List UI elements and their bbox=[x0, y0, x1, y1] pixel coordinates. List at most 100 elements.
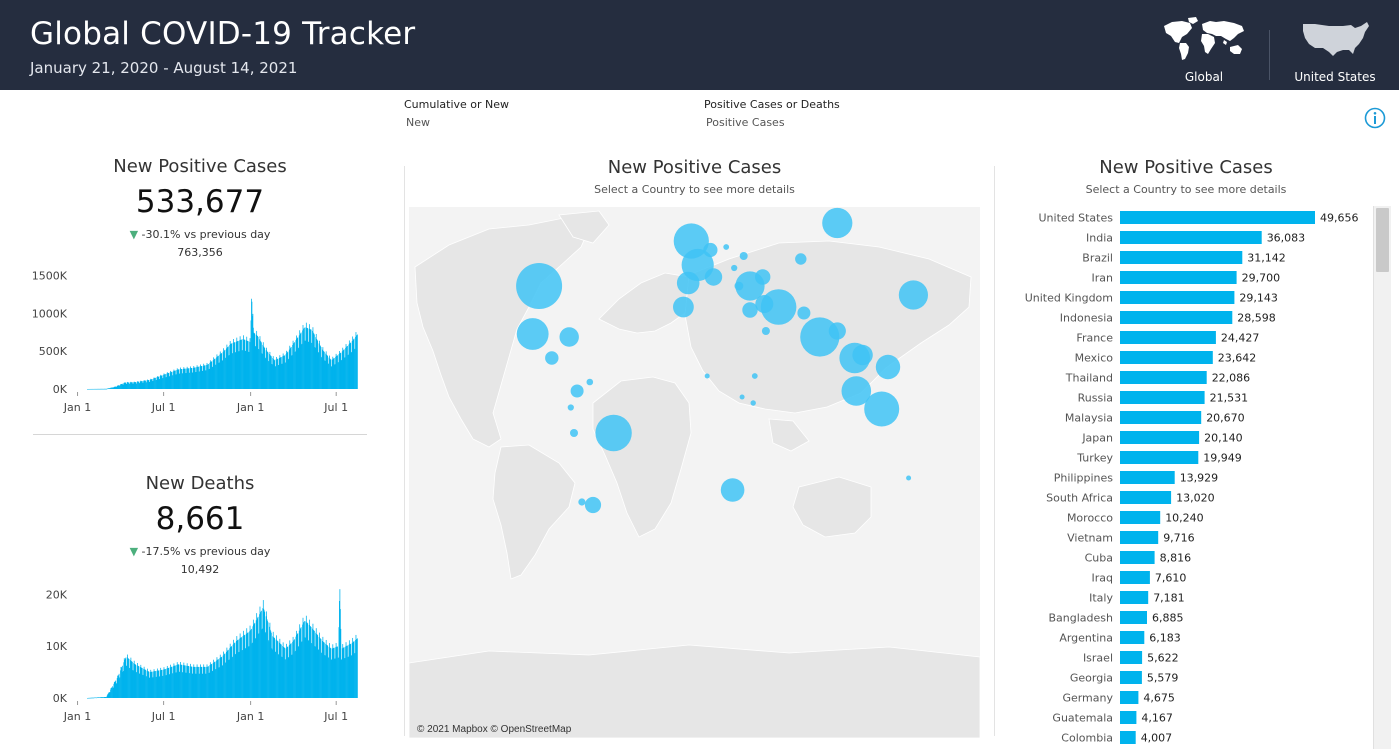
country-bubble[interactable] bbox=[822, 207, 853, 239]
country-row[interactable]: Philippines 13,929 bbox=[1054, 471, 1218, 485]
country-value-bar[interactable] bbox=[1120, 331, 1216, 344]
country-bubble[interactable] bbox=[898, 280, 928, 310]
country-value-bar[interactable] bbox=[1120, 691, 1139, 704]
country-row[interactable]: Brazil 31,142 bbox=[1082, 251, 1286, 265]
country-bubble[interactable] bbox=[755, 295, 774, 313]
country-value-bar[interactable] bbox=[1120, 371, 1207, 384]
country-value-bar[interactable] bbox=[1120, 651, 1143, 664]
country-bubble[interactable] bbox=[852, 344, 873, 366]
country-bubble[interactable] bbox=[545, 351, 559, 365]
country-list-scrollbar[interactable] bbox=[1373, 206, 1391, 749]
country-bubble[interactable] bbox=[595, 414, 632, 452]
country-row[interactable]: Iraq 7,610 bbox=[1092, 571, 1187, 585]
filter-positive-cases-or-deaths-value[interactable]: Positive Cases bbox=[706, 116, 785, 129]
country-row[interactable]: Georgia 5,579 bbox=[1070, 671, 1179, 685]
country-bubble[interactable] bbox=[703, 242, 718, 258]
filter-cumulative-or-new-value[interactable]: New bbox=[406, 116, 430, 129]
country-row[interactable]: Malaysia 20,670 bbox=[1065, 411, 1245, 425]
country-value-bar[interactable] bbox=[1120, 671, 1142, 684]
country-value-bar[interactable] bbox=[1120, 571, 1150, 584]
country-bubble[interactable] bbox=[723, 244, 730, 250]
country-value-bar[interactable] bbox=[1120, 471, 1175, 484]
country-value-bar[interactable] bbox=[1120, 231, 1262, 244]
country-row[interactable]: Vietnam 9,716 bbox=[1067, 531, 1195, 545]
country-value-bar[interactable] bbox=[1120, 251, 1243, 264]
country-row[interactable]: Italy 7,181 bbox=[1089, 591, 1185, 605]
country-bubble[interactable] bbox=[734, 281, 744, 291]
country-bubble[interactable] bbox=[584, 496, 602, 514]
country-row[interactable]: South Africa 13,020 bbox=[1046, 491, 1215, 505]
country-value-bar[interactable] bbox=[1120, 531, 1159, 544]
country-bar-chart[interactable]: United States 49,656 India 36,083 Brazil 31,1… bbox=[1005, 204, 1371, 749]
country-value-bar[interactable] bbox=[1120, 731, 1136, 744]
country-row[interactable]: Argentina 6,183 bbox=[1059, 631, 1181, 645]
country-value-bar[interactable] bbox=[1120, 451, 1199, 464]
nav-global-button[interactable]: Global bbox=[1155, 14, 1253, 86]
world-map-canvas[interactable] bbox=[409, 207, 980, 738]
country-bubble[interactable] bbox=[570, 429, 578, 437]
country-bubble[interactable] bbox=[673, 296, 694, 318]
country-bubble[interactable] bbox=[570, 384, 584, 398]
country-row[interactable]: Turkey 19,949 bbox=[1076, 451, 1242, 465]
country-bubble[interactable] bbox=[720, 478, 745, 502]
country-bubble[interactable] bbox=[864, 391, 900, 427]
country-row[interactable]: India 36,083 bbox=[1086, 231, 1305, 245]
country-value-bar[interactable] bbox=[1120, 351, 1213, 364]
country-row[interactable]: Guatemala 4,167 bbox=[1052, 711, 1173, 725]
country-row[interactable]: Colombia 4,007 bbox=[1061, 731, 1172, 745]
country-row[interactable]: Bangladesh 6,885 bbox=[1049, 611, 1184, 625]
country-bubble[interactable] bbox=[578, 498, 586, 506]
country-row[interactable]: Indonesia 28,598 bbox=[1060, 311, 1276, 325]
country-row[interactable]: Russia 21,531 bbox=[1078, 391, 1248, 405]
country-bubble[interactable] bbox=[704, 268, 723, 286]
country-row[interactable]: France 24,427 bbox=[1076, 331, 1259, 345]
country-bubble[interactable] bbox=[742, 302, 758, 318]
country-value-bar[interactable] bbox=[1120, 511, 1161, 524]
country-row[interactable]: Morocco 10,240 bbox=[1067, 511, 1204, 525]
country-bubble[interactable] bbox=[516, 263, 563, 309]
country-value-bar[interactable] bbox=[1120, 711, 1137, 724]
country-row[interactable]: Iran 29,700 bbox=[1092, 271, 1281, 285]
country-value-bar[interactable] bbox=[1120, 551, 1155, 564]
country-bubble[interactable] bbox=[761, 327, 770, 335]
country-bubble[interactable] bbox=[676, 271, 700, 295]
country-row[interactable]: Japan 20,140 bbox=[1081, 431, 1243, 445]
country-value-bar[interactable] bbox=[1120, 411, 1202, 424]
country-value-bar[interactable] bbox=[1120, 271, 1237, 284]
country-value-bar[interactable] bbox=[1120, 431, 1200, 444]
country-row[interactable]: Thailand 22,086 bbox=[1065, 371, 1250, 385]
country-row[interactable]: Israel 5,622 bbox=[1083, 651, 1179, 665]
country-bubble[interactable] bbox=[586, 378, 594, 386]
country-bubble[interactable] bbox=[751, 373, 758, 379]
country-bubble[interactable] bbox=[875, 354, 901, 380]
country-value-bar[interactable] bbox=[1120, 611, 1147, 624]
country-bubble[interactable] bbox=[739, 252, 748, 260]
country-row[interactable]: United Kingdom 29,143 bbox=[1025, 291, 1278, 305]
country-row[interactable]: Germany 4,675 bbox=[1062, 691, 1175, 705]
country-bubble[interactable] bbox=[795, 253, 807, 265]
country-value-bar[interactable] bbox=[1120, 211, 1315, 224]
cases-trend-chart[interactable]: 0K 500K 1000K 1500K Jan 1 Jul 1 Jan 1 Jul 1 bbox=[30, 262, 370, 420]
country-bubble[interactable] bbox=[755, 269, 771, 285]
country-bubble[interactable] bbox=[567, 404, 574, 411]
country-bubble[interactable] bbox=[750, 400, 756, 406]
country-bubble[interactable] bbox=[516, 318, 549, 350]
country-bubble[interactable] bbox=[559, 327, 579, 347]
country-row[interactable]: United States 49,656 bbox=[1039, 211, 1359, 225]
deaths-trend-chart[interactable]: 0K 10K 20K Jan 1 Jul 1 Jan 1 Jul 1 bbox=[30, 574, 370, 730]
country-value-bar[interactable] bbox=[1120, 311, 1233, 324]
country-bubble[interactable] bbox=[731, 264, 738, 272]
country-value-bar[interactable] bbox=[1120, 291, 1235, 304]
country-value-bar[interactable] bbox=[1120, 491, 1172, 504]
country-bubble[interactable] bbox=[797, 306, 811, 320]
info-icon[interactable] bbox=[1364, 107, 1386, 129]
country-bubble[interactable] bbox=[828, 322, 846, 340]
country-bubble[interactable] bbox=[906, 475, 912, 481]
country-bubble[interactable] bbox=[704, 373, 710, 379]
country-value-bar[interactable] bbox=[1120, 391, 1205, 404]
country-row[interactable]: Cuba 8,816 bbox=[1085, 551, 1191, 565]
country-bubble[interactable] bbox=[739, 394, 745, 400]
scrollbar-thumb[interactable] bbox=[1376, 208, 1389, 272]
country-value-bar[interactable] bbox=[1120, 631, 1145, 644]
country-row[interactable]: Mexico 23,642 bbox=[1075, 351, 1257, 365]
